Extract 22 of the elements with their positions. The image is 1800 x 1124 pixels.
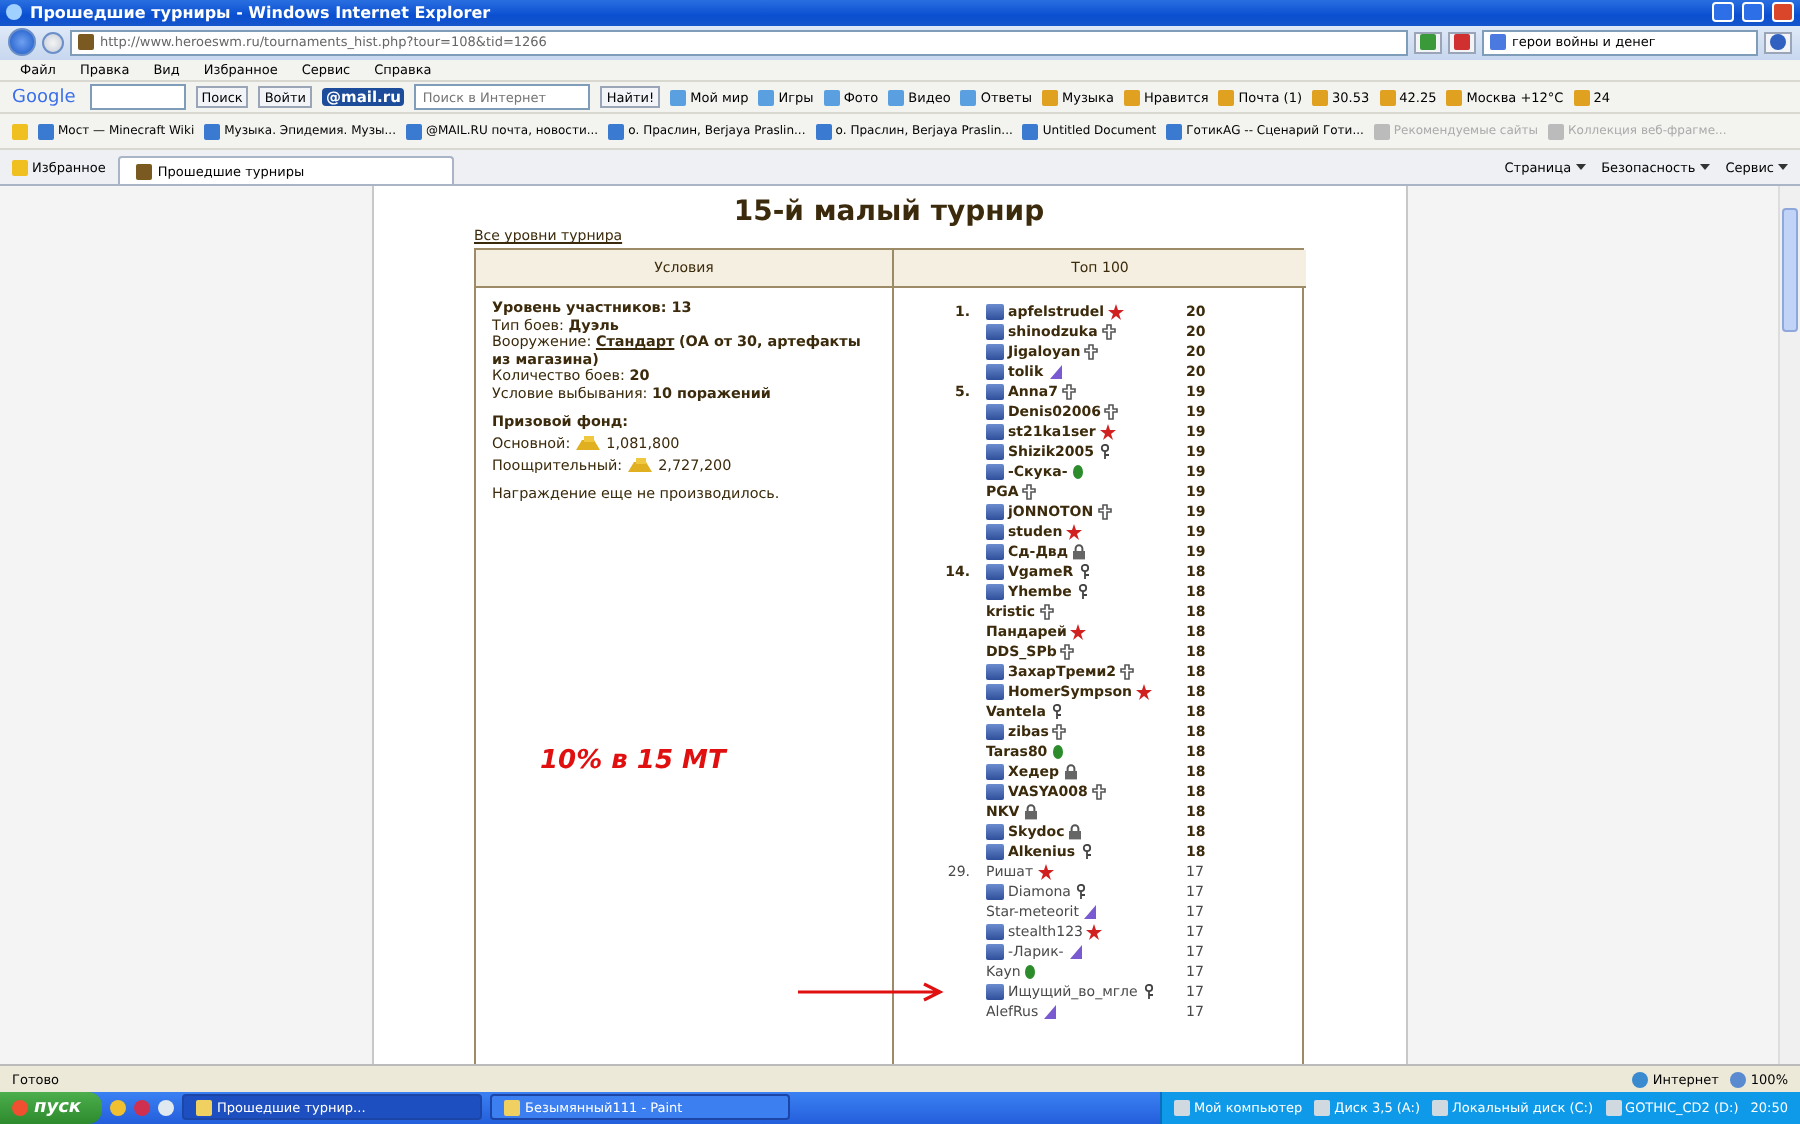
search-button[interactable] [1764, 31, 1792, 54]
caret-icon [1575, 164, 1586, 171]
back-button[interactable] [8, 28, 36, 57]
minimize-button[interactable] [1712, 2, 1734, 23]
browser-logo-icon [6, 4, 22, 21]
coin-pile-icon [576, 435, 601, 450]
google-logo: Google [10, 87, 78, 108]
search-provider-icon [1490, 34, 1506, 51]
handwritten-note: 10% в 15 МТ [540, 746, 730, 777]
maximize-button[interactable] [1742, 2, 1764, 23]
caret-icon [1778, 164, 1788, 171]
site-icon [78, 34, 94, 51]
refresh-button[interactable] [1414, 31, 1442, 54]
forward-button[interactable] [42, 31, 64, 54]
caret-icon [1699, 164, 1710, 171]
stop-button[interactable] [1448, 31, 1476, 54]
scroll-thumb[interactable] [1782, 208, 1798, 333]
page-heading: 15-й малый турнир [733, 196, 1045, 229]
window-title: Прошедшие турниры - Windows Internet Explorer [30, 3, 491, 22]
coin-pile-icon [628, 457, 653, 472]
close-button[interactable] [1772, 2, 1794, 23]
google-search-field[interactable] [89, 84, 186, 111]
